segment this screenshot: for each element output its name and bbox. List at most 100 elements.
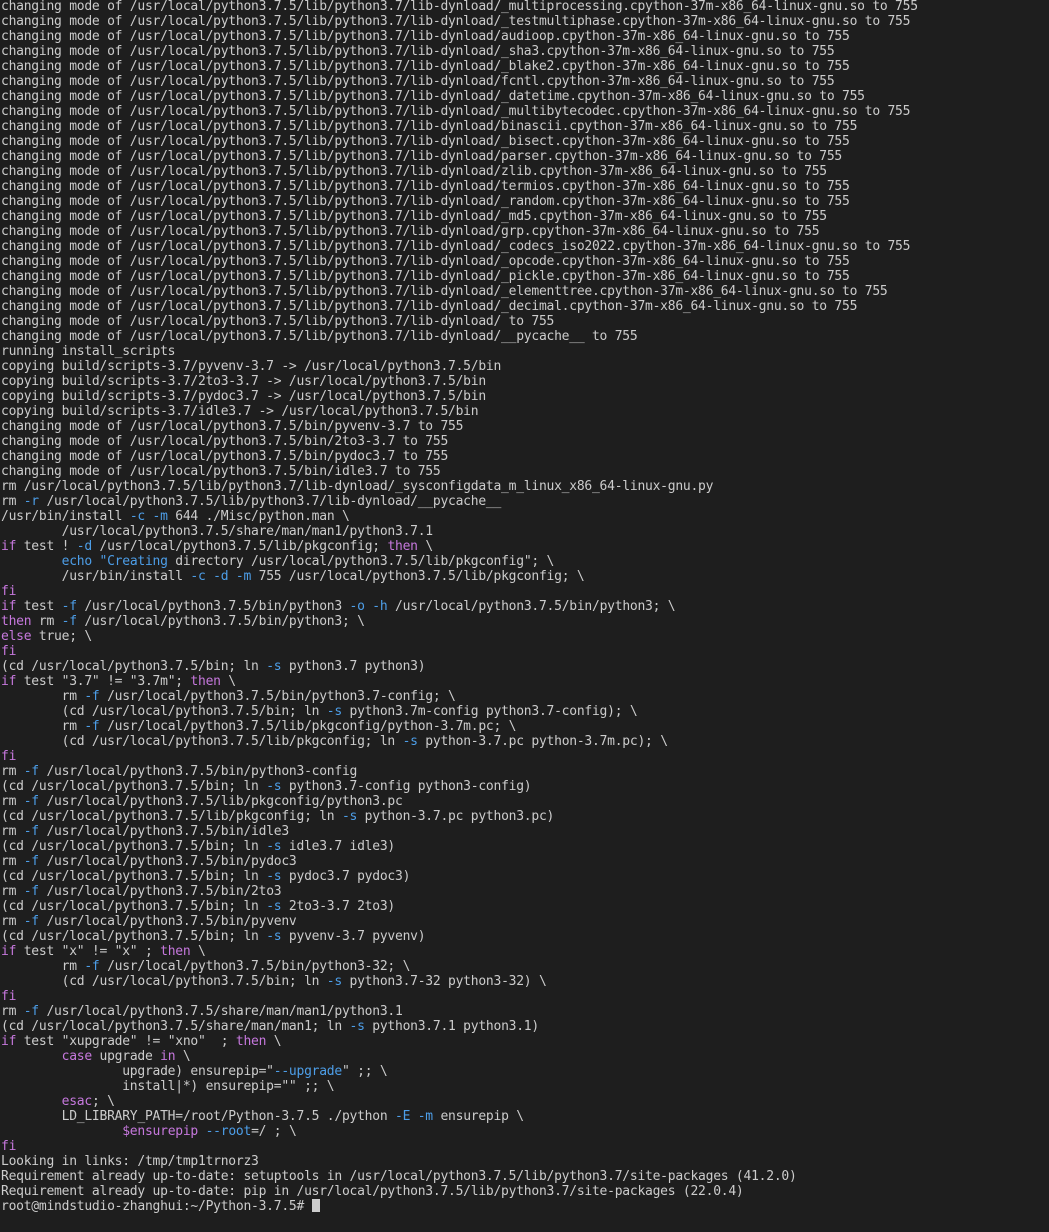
syntax-token: -f <box>61 614 77 629</box>
terminal-text: ; \ <box>91 1094 115 1109</box>
terminal-text: \ <box>220 674 236 689</box>
terminal-text: (cd /usr/local/python3.7.5/bin; ln <box>1 929 267 944</box>
terminal-line: changing mode of /usr/local/python3.7.5/… <box>1 59 918 74</box>
terminal-text: test ! <box>16 539 77 554</box>
terminal-text: changing mode of /usr/local/python3.7.5/… <box>1 239 911 254</box>
terminal-line: if test "3.7" != "3.7m"; then \ <box>1 674 918 689</box>
terminal-line: changing mode of /usr/local/python3.7.5/… <box>1 119 918 134</box>
terminal-line: changing mode of /usr/local/python3.7.5/… <box>1 269 918 284</box>
terminal-text: /usr/local/python3.7.5/bin/python3 <box>76 599 350 614</box>
terminal-text: rm /usr/local/python3.7.5/lib/python3.7/… <box>1 479 714 494</box>
terminal-text: python3.7m-config python3.7-config); \ <box>341 704 638 719</box>
terminal-line: (cd /usr/local/python3.7.5/bin; ln -s py… <box>1 869 918 884</box>
terminal-text: changing mode of /usr/local/python3.7.5/… <box>1 314 555 329</box>
terminal-text: \ <box>266 1034 282 1049</box>
syntax-token: -f <box>23 884 39 899</box>
terminal-text: (cd /usr/local/python3.7.5/bin; ln <box>1 899 267 914</box>
terminal-line: changing mode of /usr/local/python3.7.5/… <box>1 29 918 44</box>
terminal-text: python3.7-config python3-config) <box>281 779 532 794</box>
terminal-line: rm -f /usr/local/python3.7.5/bin/idle3 <box>1 824 918 839</box>
terminal-line: changing mode of /usr/local/python3.7.5/… <box>1 329 918 344</box>
terminal-line: Requirement already up-to-date: setuptoo… <box>1 1169 918 1184</box>
terminal-line: changing mode of /usr/local/python3.7.5/… <box>1 314 918 329</box>
terminal-text: /usr/bin/install <box>1 569 191 584</box>
syntax-token: --upgrade <box>273 1064 342 1079</box>
syntax-token: -f <box>23 854 39 869</box>
terminal-line: (cd /usr/local/python3.7.5/bin; ln -s py… <box>1 704 918 719</box>
terminal-line: Looking in links: /tmp/tmp1trnorz3 <box>1 1154 918 1169</box>
terminal-text: copying build/scripts-3.7/2to3-3.7 -> /u… <box>1 374 486 389</box>
syntax-token: -m <box>152 509 168 524</box>
terminal-line: (cd /usr/local/python3.7.5/bin; ln -s py… <box>1 779 918 794</box>
syntax-token: esac <box>61 1094 93 1109</box>
terminal-line: changing mode of /usr/local/python3.7.5/… <box>1 104 918 119</box>
terminal-window[interactable]: changing mode of /usr/local/python3.7.5/… <box>0 0 1049 1232</box>
syntax-token: -f <box>23 1004 39 1019</box>
terminal-line: $ensurepip --root=/ ; \ <box>1 1124 918 1139</box>
terminal-text: (cd /usr/local/python3.7.5/lib/pkgconfig… <box>1 809 342 824</box>
terminal-text: changing mode of /usr/local/python3.7.5/… <box>1 224 820 239</box>
terminal-text: changing mode of /usr/local/python3.7.5/… <box>1 269 850 284</box>
terminal-line: rm -r /usr/local/python3.7.5/lib/python3… <box>1 494 918 509</box>
syntax-token: -s <box>326 704 342 719</box>
terminal-text: upgrade) ensurepip=" <box>1 1064 274 1079</box>
syntax-token: --root <box>205 1124 252 1139</box>
terminal-line: changing mode of /usr/local/python3.7.5/… <box>1 209 918 224</box>
terminal-line: rm -f /usr/local/python3.7.5/bin/python3… <box>1 959 918 974</box>
terminal-line: if test "x" != "x" ; then \ <box>1 944 918 959</box>
terminal-line: changing mode of /usr/local/python3.7.5/… <box>1 239 918 254</box>
terminal-text: rm <box>1 854 24 869</box>
terminal-line: (cd /usr/local/python3.7.5/share/man/man… <box>1 1019 918 1034</box>
terminal-text: Looking in links: /tmp/tmp1trnorz3 <box>1 1154 259 1169</box>
terminal-line: LD_LIBRARY_PATH=/root/Python-3.7.5 ./pyt… <box>1 1109 918 1124</box>
terminal-text: changing mode of /usr/local/python3.7.5/… <box>1 179 850 194</box>
terminal-line: changing mode of /usr/local/python3.7.5/… <box>1 14 918 29</box>
terminal-line: rm -f /usr/local/python3.7.5/share/man/m… <box>1 1004 918 1019</box>
syntax-token: -f <box>23 794 39 809</box>
terminal-line: changing mode of /usr/local/python3.7.5/… <box>1 464 918 479</box>
terminal-text: changing mode of /usr/local/python3.7.5/… <box>1 434 449 449</box>
terminal-line: copying build/scripts-3.7/pydoc3.7 -> /u… <box>1 389 918 404</box>
syntax-token: if <box>1 674 17 689</box>
terminal-output: changing mode of /usr/local/python3.7.5/… <box>1 0 918 1214</box>
terminal-text: /usr/local/python3.7.5/bin/idle3 <box>38 824 289 839</box>
terminal-text: /usr/local/python3.7.5/lib/python3.7/lib… <box>38 494 502 509</box>
terminal-line: changing mode of /usr/local/python3.7.5/… <box>1 434 918 449</box>
terminal-line: (cd /usr/local/python3.7.5/bin; ln -s py… <box>1 659 918 674</box>
terminal-line: (cd /usr/local/python3.7.5/bin; ln -s py… <box>1 974 918 989</box>
terminal-text: ensurepip \ <box>432 1109 524 1124</box>
terminal-text: changing mode of /usr/local/python3.7.5/… <box>1 104 911 119</box>
text-cursor[interactable] <box>311 1199 320 1212</box>
terminal-text: rm <box>1 914 24 929</box>
shell-prompt: root@mindstudio-zhanghui:~/Python-3.7.5# <box>1 1199 312 1214</box>
terminal-line: rm /usr/local/python3.7.5/lib/python3.7/… <box>1 479 918 494</box>
syntax-token: fi <box>1 989 17 1004</box>
syntax-token: then <box>235 1034 267 1049</box>
syntax-token: -r <box>23 494 39 509</box>
terminal-line: rm -f /usr/local/python3.7.5/lib/pkgconf… <box>1 719 918 734</box>
terminal-line: (cd /usr/local/python3.7.5/bin; ln -s 2t… <box>1 899 918 914</box>
prompt-line[interactable]: root@mindstudio-zhanghui:~/Python-3.7.5# <box>1 1199 918 1214</box>
terminal-text: rm <box>1 1004 24 1019</box>
syntax-token: -c <box>129 509 145 524</box>
terminal-text: python-3.7.pc python-3.7m.pc); \ <box>417 734 668 749</box>
terminal-text: /usr/local/python3.7.5/bin/pydoc3 <box>38 854 297 869</box>
syntax-token: -s <box>341 809 358 824</box>
syntax-token: then <box>387 539 418 554</box>
syntax-token: -f <box>23 824 39 839</box>
terminal-text: changing mode of /usr/local/python3.7.5/… <box>1 299 858 314</box>
terminal-text: \ <box>175 1049 191 1064</box>
terminal-text: (cd /usr/local/python3.7.5/bin; ln <box>1 974 327 989</box>
terminal-text: (cd /usr/local/python3.7.5/bin; ln <box>1 704 327 719</box>
terminal-text: pydoc3.7 pydoc3) <box>281 869 411 884</box>
terminal-text: changing mode of /usr/local/python3.7.5/… <box>1 134 850 149</box>
terminal-line: /usr/local/python3.7.5/share/man/man1/py… <box>1 524 918 539</box>
terminal-line: fi <box>1 584 918 599</box>
terminal-line: changing mode of /usr/local/python3.7.5/… <box>1 254 918 269</box>
syntax-token: -s <box>349 1019 365 1034</box>
terminal-text: python-3.7.pc python3.pc) <box>357 809 555 824</box>
terminal-line: fi <box>1 749 918 764</box>
terminal-text: rm <box>31 614 62 629</box>
